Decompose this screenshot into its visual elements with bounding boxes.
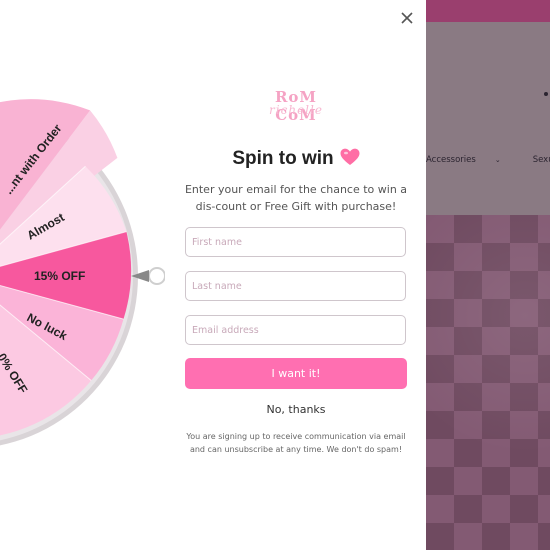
popup-subtitle: Enter your email for the chance to win a…	[184, 183, 408, 213]
brand-logo: RoM CoM richelle	[254, 88, 338, 124]
nav-item-accessories[interactable]: Accessories ⌄	[426, 155, 517, 165]
logo-sub-text: richelle	[269, 103, 323, 117]
i-want-it-button[interactable]: I want it!	[185, 358, 407, 389]
nav-item-sexual-health[interactable]: Sexual Heal	[533, 155, 550, 165]
nav-item-label: Accessories	[426, 155, 476, 165]
chevron-down-icon: ⌄	[494, 156, 501, 164]
wheel-label: 15% OFF	[34, 269, 85, 283]
background-store-page: Accessories ⌄ Sexual Heal	[426, 0, 550, 550]
spin-to-win-popup: ...nt with Order Almost 15% OFF No luck …	[0, 0, 426, 550]
last-name-field[interactable]	[185, 271, 406, 301]
store-header	[426, 22, 550, 215]
first-name-field[interactable]	[185, 227, 406, 257]
popup-title: Spin to win	[232, 148, 334, 169]
no-thanks-link[interactable]: No, thanks	[181, 403, 411, 416]
store-nav: Accessories ⌄ Sexual Heal	[426, 155, 550, 165]
header-icon	[544, 92, 548, 96]
email-field[interactable]	[185, 315, 406, 345]
disclaimer-text: You are signing up to receive communicat…	[186, 432, 406, 454]
wheel-pointer-icon	[131, 264, 166, 288]
hero-banner	[426, 215, 550, 550]
close-icon[interactable]	[397, 8, 417, 28]
heart-icon	[340, 148, 360, 165]
popup-title-row: Spin to win	[181, 148, 411, 170]
announcement-bar	[426, 0, 550, 22]
